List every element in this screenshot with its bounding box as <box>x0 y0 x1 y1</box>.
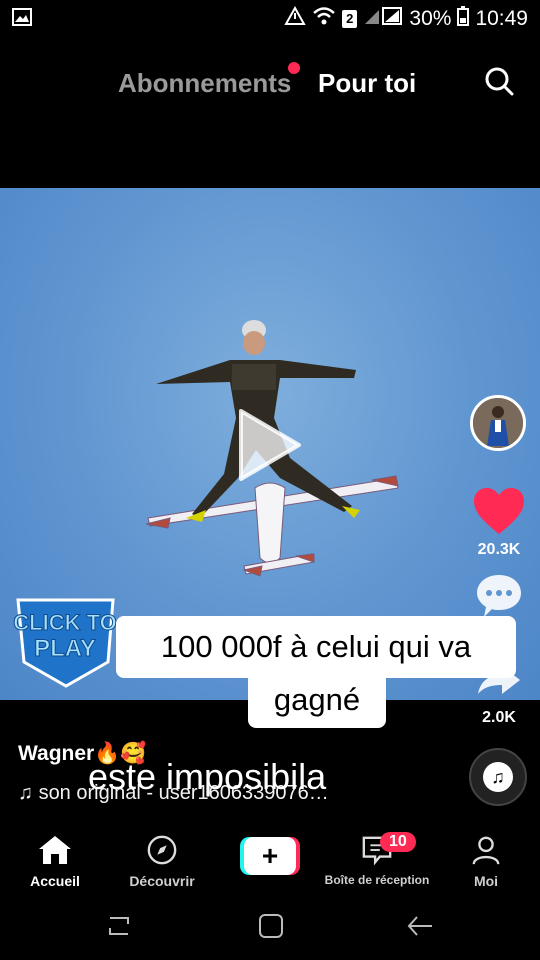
nav-home[interactable]: Accueil <box>0 834 110 889</box>
sim-badge: 2 <box>342 10 358 28</box>
tab-for-you[interactable]: Pour toi <box>318 68 416 99</box>
nav-inbox-label: Boîte de réception <box>324 873 430 887</box>
bottom-nav: Accueil Découvrir + Boîte de réception 1… <box>0 828 540 892</box>
status-bar: 2 30% 10:49 <box>0 0 540 36</box>
video-caption-line1: 100 000f à celui qui va <box>116 616 516 678</box>
comment-icon[interactable] <box>474 572 524 620</box>
creator-avatar[interactable] <box>470 395 526 451</box>
create-button[interactable]: + <box>240 837 300 875</box>
music-note-icon: ♫ <box>18 782 33 804</box>
like-count: 20.3K <box>477 541 521 558</box>
play-icon[interactable] <box>235 405 305 485</box>
search-icon[interactable] <box>484 66 514 96</box>
inbox-badge: 10 <box>380 832 416 852</box>
svg-text:CLICK TO: CLICK TO <box>13 610 116 635</box>
gallery-notification-icon <box>12 8 32 31</box>
nav-me[interactable]: Moi <box>431 834 540 889</box>
clock: 10:49 <box>475 7 528 30</box>
recent-apps-icon[interactable] <box>106 912 132 945</box>
profile-icon <box>469 836 503 870</box>
overlay-text: este imposibila <box>88 756 327 797</box>
system-nav-bar <box>0 892 540 960</box>
nav-me-label: Moi <box>473 873 499 889</box>
comment-count: 1.7K <box>482 627 516 644</box>
inbox-icon <box>360 836 394 870</box>
compass-icon <box>145 835 179 870</box>
wifi-icon <box>312 6 336 32</box>
top-nav: Abonnements Pour toi <box>0 56 540 112</box>
music-note-disc-icon: ♫ <box>483 762 513 792</box>
nav-discover-label: Découvrir <box>129 873 195 889</box>
svg-text:PLAY: PLAY <box>34 635 96 662</box>
back-icon[interactable] <box>406 912 434 945</box>
video-caption-line2: gagné <box>248 672 386 728</box>
battery-percent: 30% <box>409 7 452 30</box>
sound-disc[interactable]: ♫ <box>469 748 527 806</box>
home-icon <box>37 836 73 870</box>
click-to-play-logo: CLICK TO PLAY <box>8 590 123 690</box>
alert-icon <box>284 5 306 32</box>
nav-home-label: Accueil <box>30 873 80 889</box>
signal-icon <box>363 6 403 32</box>
notification-dot <box>288 62 300 74</box>
share-count: 2.0K <box>482 709 516 726</box>
nav-discover[interactable]: Découvrir <box>107 834 217 889</box>
home-button-icon[interactable] <box>257 912 285 945</box>
battery-icon <box>457 6 470 32</box>
like-heart-icon[interactable] <box>472 486 526 536</box>
create-plus-label: + <box>262 840 278 871</box>
share-arrow-icon[interactable] <box>476 664 522 696</box>
tab-following[interactable]: Abonnements <box>118 68 291 99</box>
